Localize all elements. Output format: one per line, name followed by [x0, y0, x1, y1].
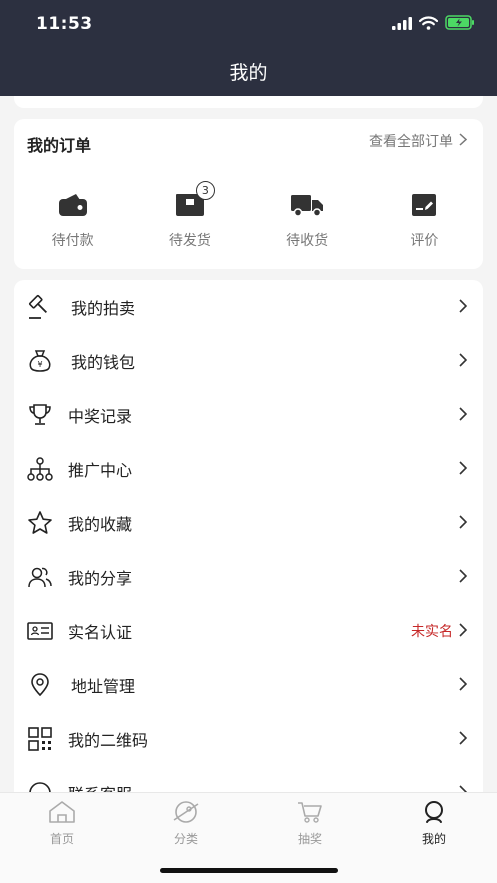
order-pending-receipt[interactable]: 待收货	[249, 189, 366, 250]
tab-lottery[interactable]: 抽奖	[270, 799, 350, 847]
trophy-icon	[27, 402, 53, 428]
menu-item-prize-records[interactable]: 中奖记录	[14, 388, 483, 442]
menu-right	[459, 730, 468, 749]
menu-label: 推广中心	[68, 461, 133, 480]
order-label: 待发货	[168, 233, 211, 249]
chevron-right-icon	[459, 514, 468, 533]
chevron-right-icon	[459, 622, 468, 641]
menu-label: 我的二维码	[68, 731, 149, 750]
order-pending-shipment[interactable]: 3 待发货	[131, 181, 248, 250]
chevron-right-icon	[459, 730, 468, 749]
order-status-list: 待付款 3 待发货 待收货 评价	[14, 181, 483, 250]
home-icon	[47, 799, 77, 825]
chevron-right-icon	[459, 676, 468, 695]
menu-right	[459, 514, 468, 533]
menu-item-wallet[interactable]: ¥ 我的钱包	[14, 334, 483, 388]
review-icon	[407, 189, 441, 221]
cart-icon	[295, 799, 325, 825]
id-card-icon	[27, 618, 53, 644]
chevron-right-icon	[459, 406, 468, 425]
menu-right: 未实名	[411, 621, 468, 641]
menu-label: 我的收藏	[68, 515, 133, 534]
page-title: 我的	[229, 62, 268, 84]
chevron-right-icon	[459, 132, 468, 150]
menu-item-favorites[interactable]: 我的收藏	[14, 496, 483, 550]
status-icons	[392, 14, 475, 34]
star-icon	[27, 510, 53, 536]
profile-icon	[419, 799, 449, 825]
order-badge: 3	[195, 181, 215, 200]
tab-label: 抽奖	[297, 832, 322, 846]
menu-right	[459, 676, 468, 695]
menu-right	[459, 406, 468, 425]
tab-category[interactable]: 分类	[146, 799, 226, 847]
orders-card: 我的订单 查看全部订单 待付款 3 待发货 待收货 评价	[14, 119, 483, 269]
chevron-right-icon	[459, 460, 468, 479]
menu-right	[459, 298, 468, 317]
menu-right	[459, 568, 468, 587]
tab-profile[interactable]: 我的	[394, 799, 474, 847]
category-icon	[171, 799, 201, 825]
menu-item-qr-code[interactable]: 我的二维码	[14, 712, 483, 766]
tab-label: 我的	[421, 832, 446, 846]
verification-status: 未实名	[411, 624, 453, 640]
menu-right	[459, 352, 468, 371]
network-icon	[27, 456, 53, 482]
menu-label: 实名认证	[68, 623, 133, 642]
view-all-orders-link[interactable]: 查看全部订单	[369, 131, 468, 151]
chevron-right-icon	[459, 298, 468, 317]
order-pending-payment[interactable]: 待付款	[14, 189, 131, 250]
menu-label: 我的分享	[68, 569, 133, 588]
status-time: 11:53	[36, 14, 93, 34]
battery-icon	[445, 14, 475, 34]
location-icon	[27, 672, 53, 698]
menu-list: 我的拍卖 ¥ 我的钱包 中奖记录 推广中心 我的收藏 我的分享 实名认证 未实名…	[14, 280, 483, 800]
menu-label: 我的拍卖	[71, 299, 136, 318]
order-label: 待付款	[51, 233, 94, 249]
tab-label: 首页	[49, 832, 74, 846]
profile-card-bottom	[14, 96, 483, 108]
money-bag-icon: ¥	[27, 348, 53, 374]
home-indicator	[160, 868, 338, 873]
tab-home[interactable]: 首页	[22, 799, 102, 847]
menu-item-auction[interactable]: 我的拍卖	[14, 280, 483, 334]
menu-label: 中奖记录	[68, 407, 133, 426]
chevron-right-icon	[459, 568, 468, 587]
package-icon: 3	[173, 181, 215, 221]
tab-label: 分类	[173, 832, 198, 846]
orders-title: 我的订单	[27, 136, 92, 155]
chevron-right-icon	[459, 352, 468, 371]
signal-icon	[392, 15, 412, 34]
menu-item-promotion-center[interactable]: 推广中心	[14, 442, 483, 496]
header: 11:53 我的	[0, 0, 497, 96]
menu-right	[459, 460, 468, 479]
order-label: 待收货	[286, 233, 329, 249]
view-all-orders-label: 查看全部订单	[369, 134, 453, 150]
menu-item-real-name-verification[interactable]: 实名认证 未实名	[14, 604, 483, 658]
truck-icon	[290, 189, 324, 221]
menu-label: 我的钱包	[71, 353, 136, 372]
users-icon	[27, 564, 53, 590]
svg-text:¥: ¥	[37, 360, 42, 369]
order-label: 评价	[410, 233, 439, 249]
wallet-icon	[56, 189, 90, 221]
menu-item-address-management[interactable]: 地址管理	[14, 658, 483, 712]
wifi-icon	[418, 15, 439, 34]
gavel-icon	[27, 294, 53, 320]
order-review[interactable]: 评价	[366, 189, 483, 250]
menu-label: 地址管理	[71, 677, 136, 696]
menu-item-shares[interactable]: 我的分享	[14, 550, 483, 604]
qr-code-icon	[27, 726, 53, 752]
